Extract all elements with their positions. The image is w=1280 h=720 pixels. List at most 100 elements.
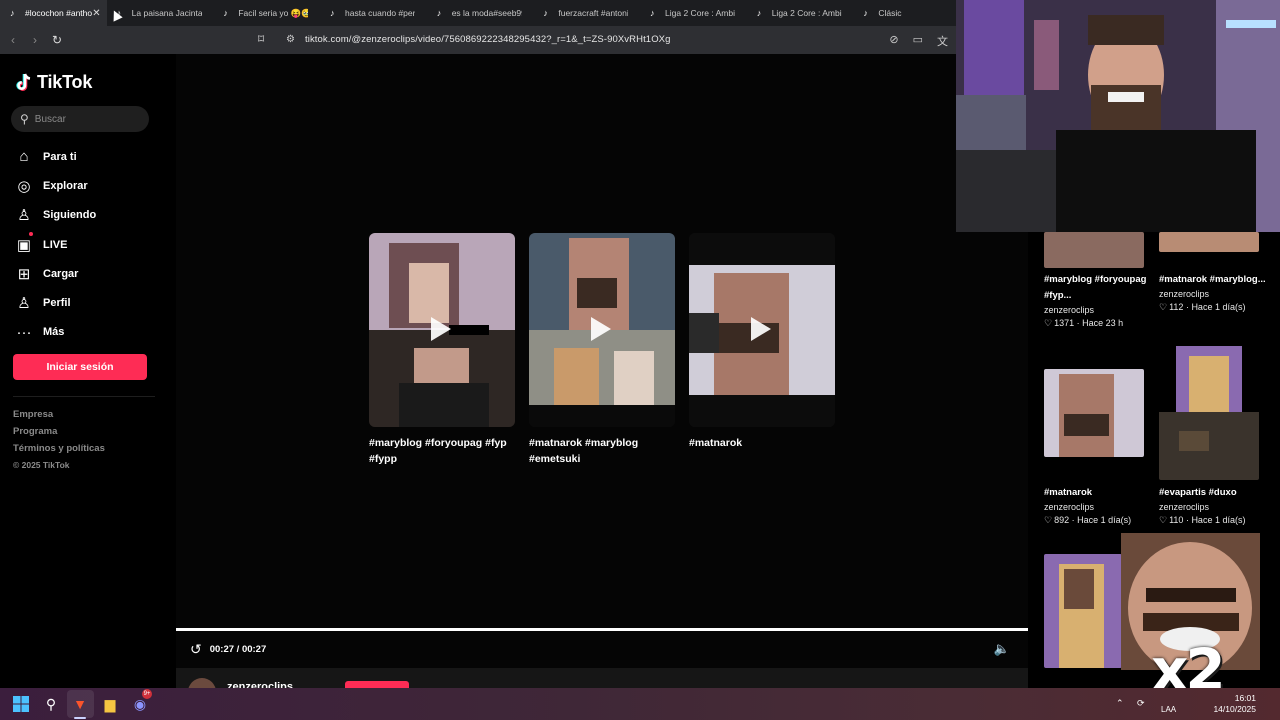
recommendation-author: zenzeroclips <box>1044 502 1095 512</box>
bookmark-icon[interactable]: ⌑ <box>258 32 264 46</box>
recommendation-thumbnail[interactable] <box>1159 346 1259 480</box>
like-count: 1371 <box>1054 318 1075 328</box>
sync-icon[interactable]: ⟳ <box>1137 698 1145 709</box>
recommendation-thumbnail[interactable] <box>1159 232 1259 252</box>
browser-tab[interactable]: ♪ hasta cuando #perú # <box>320 0 427 26</box>
suggestion-thumbnail[interactable] <box>689 233 835 427</box>
tiktok-favicon-icon: ♪ <box>10 7 15 18</box>
volume-icon[interactable]: 🔈 <box>994 641 1010 657</box>
sidebar-item-live[interactable]: ▣ LIVE <box>15 230 96 259</box>
suggestion-card[interactable]: #matnarok <box>689 233 835 451</box>
cast-icon[interactable]: ▭ <box>913 33 923 49</box>
live-icon: ▣ <box>16 236 32 254</box>
sidebar-item-label: Explorar <box>43 179 88 192</box>
tab-label: Clásic <box>878 8 902 18</box>
language-indicator[interactable]: LAA <box>1161 705 1176 714</box>
recommendation-title: #matnarok <box>1044 487 1093 498</box>
url-field[interactable]: tiktok.com/@zenzeroclips/video/756086922… <box>305 34 671 45</box>
post-age: Hace 1 día(s) <box>1077 515 1132 525</box>
taskbar-active-indicator <box>74 717 86 719</box>
sidebar-divider <box>13 396 155 397</box>
heart-icon: ♡ <box>1044 515 1053 525</box>
search-icon[interactable]: ⚲ <box>40 693 62 715</box>
browser-tab[interactable]: ♪ Liga 2 Core : Ambienta <box>640 0 747 26</box>
tab-close-icon[interactable]: ✕ <box>92 8 100 19</box>
browser-tab[interactable]: ♪La paisana Jacinta y co <box>107 0 214 26</box>
recommendation-meta: ♡ 1371 · Hace 23 h <box>1044 318 1124 328</box>
copyright: © 2025 TikTok <box>13 460 70 470</box>
recommendation-author: zenzeroclips <box>1044 305 1095 315</box>
video-player: #maryblog #foryoupag #fyp #fypp #matnaro… <box>176 54 1028 688</box>
play-icon <box>591 317 611 341</box>
back-icon[interactable]: ‹ <box>4 31 22 49</box>
recommendation-meta: ♡ 110 · Hace 1 día(s) <box>1159 515 1246 525</box>
recommendation-thumbnail[interactable] <box>1044 232 1144 268</box>
recommendation-item[interactable]: #evapartis #duxo zenzeroclips ♡ 110 · Hac… <box>1159 485 1269 526</box>
suggestion-thumbnail[interactable] <box>369 233 515 427</box>
browser-tab[interactable]: ♪ Facil seria yo 😝🥹 ok <box>213 0 320 26</box>
clock-date: 14/10/2025 <box>1213 704 1256 714</box>
sidebar-item-mas[interactable]: ··· Más <box>15 318 96 347</box>
suggestion-card[interactable]: #maryblog #foryoupag #fyp #fypp <box>369 233 515 467</box>
no-track-icon[interactable]: ⊘ <box>889 33 898 49</box>
footer-link-terminos[interactable]: Términos y políticas <box>13 443 105 454</box>
tab-label: es la moda#seeb99 # <box>451 8 522 18</box>
clock-time: 16:01 <box>1234 693 1256 703</box>
suggestion-thumbnail[interactable] <box>529 233 675 427</box>
post-age: Hace 1 día(s) <box>1191 302 1246 312</box>
browser-tab[interactable]: ♪ es la moda#seeb99 # <box>427 0 534 26</box>
suggestion-title: #matnarok <box>689 437 743 449</box>
player-controls: ↺ 00:27 / 00:27 🔈 <box>176 634 1028 664</box>
tab-label: fuerzacraft #antonicra <box>558 8 629 18</box>
replay-icon[interactable]: ↺ <box>190 641 202 658</box>
recommendation-item[interactable]: #maryblog #foryoupag #fyp... zenzeroclip… <box>1044 272 1154 329</box>
site-info-icon[interactable]: ⚙ <box>286 34 295 45</box>
tiktok-logo[interactable]: TikTok <box>15 72 92 93</box>
following-icon: ♙ <box>17 207 31 225</box>
recommendation-title: #matnarok #maryblog... <box>1159 274 1266 285</box>
follow-button[interactable] <box>345 681 409 688</box>
tray-chevron-icon[interactable]: ⌃ <box>1116 698 1124 709</box>
sidebar-item-explorar[interactable]: ◎ Explorar <box>15 171 96 200</box>
play-icon <box>751 317 771 341</box>
recommendation-item[interactable]: #matnarok zenzeroclips ♡ 892 · Hace 1 día… <box>1044 485 1154 526</box>
tiktok-logo-icon <box>16 73 31 91</box>
sidebar-item-perfil[interactable]: ♙ Perfil <box>15 288 96 317</box>
sidebar-item-cargar[interactable]: ⊞ Cargar <box>15 259 96 288</box>
author-name[interactable]: zenzeroclips <box>227 681 293 688</box>
file-explorer-icon[interactable]: ▆ <box>99 693 121 715</box>
brave-browser-icon[interactable]: ▼ <box>69 693 91 715</box>
search-box[interactable]: ⚲ <box>11 106 149 132</box>
suggestion-title: #maryblog #foryoupag #fyp #fypp <box>369 437 507 465</box>
footer-link-empresa[interactable]: Empresa <box>13 409 105 420</box>
browser-tab-active[interactable]: ♪ #locochon #antho ✕ <box>0 0 107 26</box>
translate-icon[interactable]: 文 <box>937 33 948 49</box>
browser-tab[interactable]: ♪ fuerzacraft #antonicra <box>533 0 640 26</box>
forward-icon[interactable]: › <box>26 31 44 49</box>
profile-icon: ♙ <box>17 295 31 313</box>
suggestion-card[interactable]: #matnarok #maryblog #emetsuki <box>529 233 675 467</box>
recommendation-thumbnail[interactable] <box>1044 554 1122 668</box>
search-input[interactable] <box>34 113 135 125</box>
avatar[interactable] <box>188 678 216 688</box>
notification-dot <box>29 232 33 236</box>
tiktok-favicon-icon: ♪ <box>436 7 442 18</box>
browser-tab[interactable]: ♪ Liga 2 Core : Ambienta <box>747 0 854 26</box>
footer-link-programa[interactable]: Programa <box>13 426 105 437</box>
browser-tab[interactable]: ♪ Clásic <box>853 0 960 26</box>
author-bar: zenzeroclips <box>176 668 1028 688</box>
sidebar-item-para-ti[interactable]: ⌂ Para ti <box>15 142 96 171</box>
windows-logo <box>13 696 29 712</box>
login-button[interactable]: Iniciar sesión <box>13 354 147 380</box>
system-clock[interactable]: 16:01 14/10/2025 <box>1213 693 1256 715</box>
recommendation-item[interactable]: #matnarok #maryblog... zenzeroclips ♡ 112… <box>1159 272 1269 313</box>
video-thumbnail-image <box>1044 369 1144 457</box>
tiktok-sidebar: TikTok ⚲ ⌂ Para ti ◎ Explorar ♙ Siguiendo ▣… <box>0 54 168 688</box>
sidebar-item-label: Más <box>43 326 65 339</box>
progress-bar[interactable] <box>176 628 1028 631</box>
recommendation-thumbnail[interactable] <box>1044 369 1144 457</box>
tiktok-favicon-icon: ♪ <box>223 7 228 18</box>
windows-start-icon[interactable] <box>10 693 32 715</box>
sidebar-item-siguiendo[interactable]: ♙ Siguiendo <box>15 201 96 230</box>
reload-icon[interactable]: ↻ <box>48 31 66 49</box>
